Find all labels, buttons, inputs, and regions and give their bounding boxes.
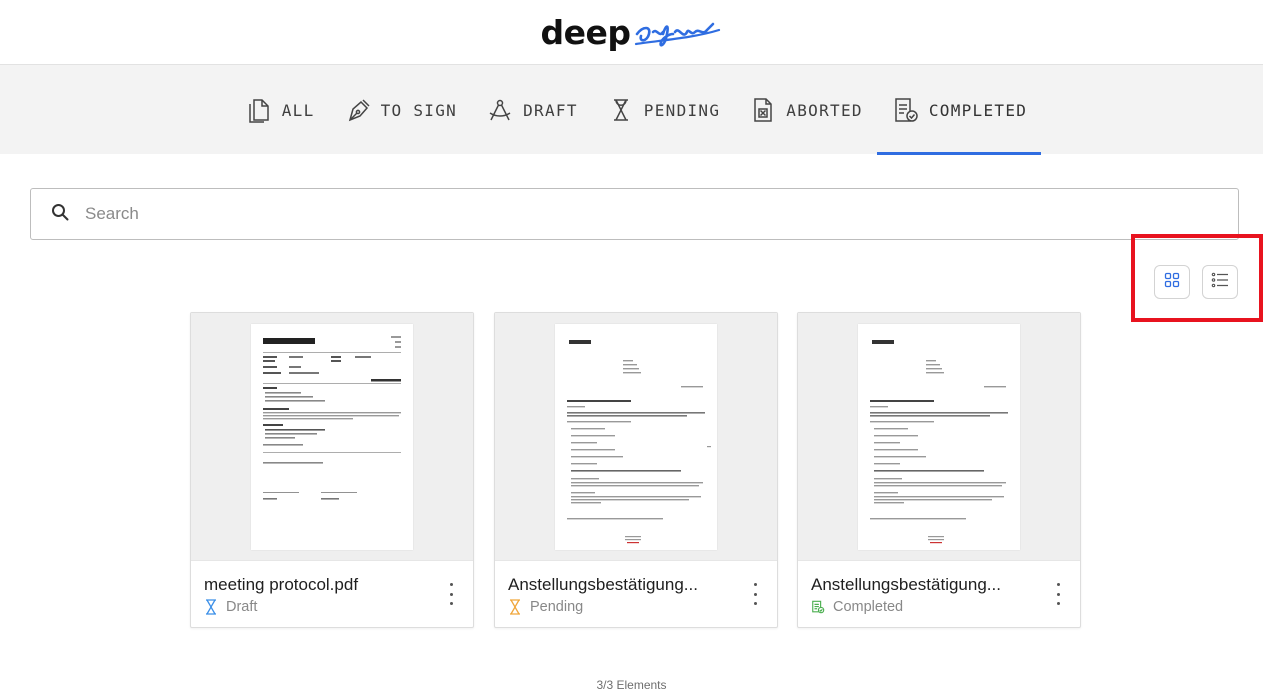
document-thumbnail: [798, 313, 1080, 561]
document-x-icon: [748, 95, 778, 125]
files-icon: [244, 95, 274, 125]
tab-label: ABORTED: [786, 100, 863, 120]
document-check-icon: [811, 599, 825, 615]
document-preview-image: [858, 323, 1020, 550]
tab-label: TO SIGN: [380, 100, 458, 120]
document-card[interactable]: Anstellungsbestätigung... Pending: [494, 312, 778, 628]
status-label: Pending: [530, 599, 584, 615]
search-icon: [51, 203, 69, 226]
tab-label: DRAFT: [523, 100, 578, 120]
tab-label: PENDING: [643, 100, 721, 120]
document-info: Anstellungsbestätigung... Completed: [798, 561, 1080, 627]
document-info: Anstellungsbestätigung... Pending: [495, 561, 777, 627]
status-badge: Pending: [508, 599, 777, 615]
document-name: meeting protocol.pdf: [204, 575, 359, 594]
pen-nib-icon: [343, 95, 373, 125]
compass-draft-icon: [485, 95, 515, 125]
hourglass-icon: [204, 599, 218, 615]
tab-pending[interactable]: PENDING: [592, 65, 735, 155]
document-card[interactable]: meeting protocol.pdf Draft: [190, 312, 474, 628]
tab-label: ALL: [281, 100, 315, 120]
grid-view-icon: [1164, 272, 1180, 293]
document-name: Anstellungsbestätigung...: [508, 575, 698, 594]
document-info: meeting protocol.pdf Draft: [191, 561, 473, 627]
document-name: Anstellungsbestätigung...: [811, 575, 1001, 594]
tab-draft[interactable]: DRAFT: [471, 65, 592, 155]
hourglass-icon: [508, 599, 522, 615]
element-count: 3/3 Elements: [596, 678, 667, 692]
status-badge: Draft: [204, 599, 473, 615]
search-input[interactable]: [85, 204, 1185, 224]
tab-completed[interactable]: COMPLETED: [876, 65, 1042, 155]
more-options-button[interactable]: [1054, 583, 1062, 605]
view-toggle-highlight: [1131, 234, 1263, 322]
tab-all[interactable]: ALL: [230, 65, 329, 155]
logo-signature-icon: [634, 22, 720, 47]
list-view-icon: [1211, 272, 1229, 293]
app-logo: deep: [0, 0, 1263, 64]
tab-to-sign[interactable]: TO SIGN: [329, 65, 472, 155]
document-thumbnail: [191, 313, 473, 561]
tab-label: COMPLETED: [928, 100, 1028, 120]
search-bar: [30, 188, 1239, 240]
document-preview-image: [251, 323, 413, 550]
list-view-button[interactable]: [1202, 265, 1238, 299]
status-tab-bar: ALL TO SIGN DRAFT PENDING ABORTED COMPLE…: [0, 64, 1263, 155]
document-card[interactable]: Anstellungsbestätigung... Completed: [797, 312, 1081, 628]
grid-view-button[interactable]: [1154, 265, 1190, 299]
document-thumbnail: [495, 313, 777, 561]
status-label: Completed: [833, 599, 904, 615]
logo-text: deep: [540, 12, 631, 52]
document-preview-image: [555, 323, 717, 550]
document-check-icon: [891, 95, 921, 125]
status-badge: Completed: [811, 599, 1080, 615]
hourglass-icon: [606, 95, 636, 125]
tab-aborted[interactable]: ABORTED: [734, 65, 877, 155]
status-label: Draft: [226, 599, 258, 615]
more-options-button[interactable]: [447, 583, 455, 605]
more-options-button[interactable]: [751, 583, 759, 605]
